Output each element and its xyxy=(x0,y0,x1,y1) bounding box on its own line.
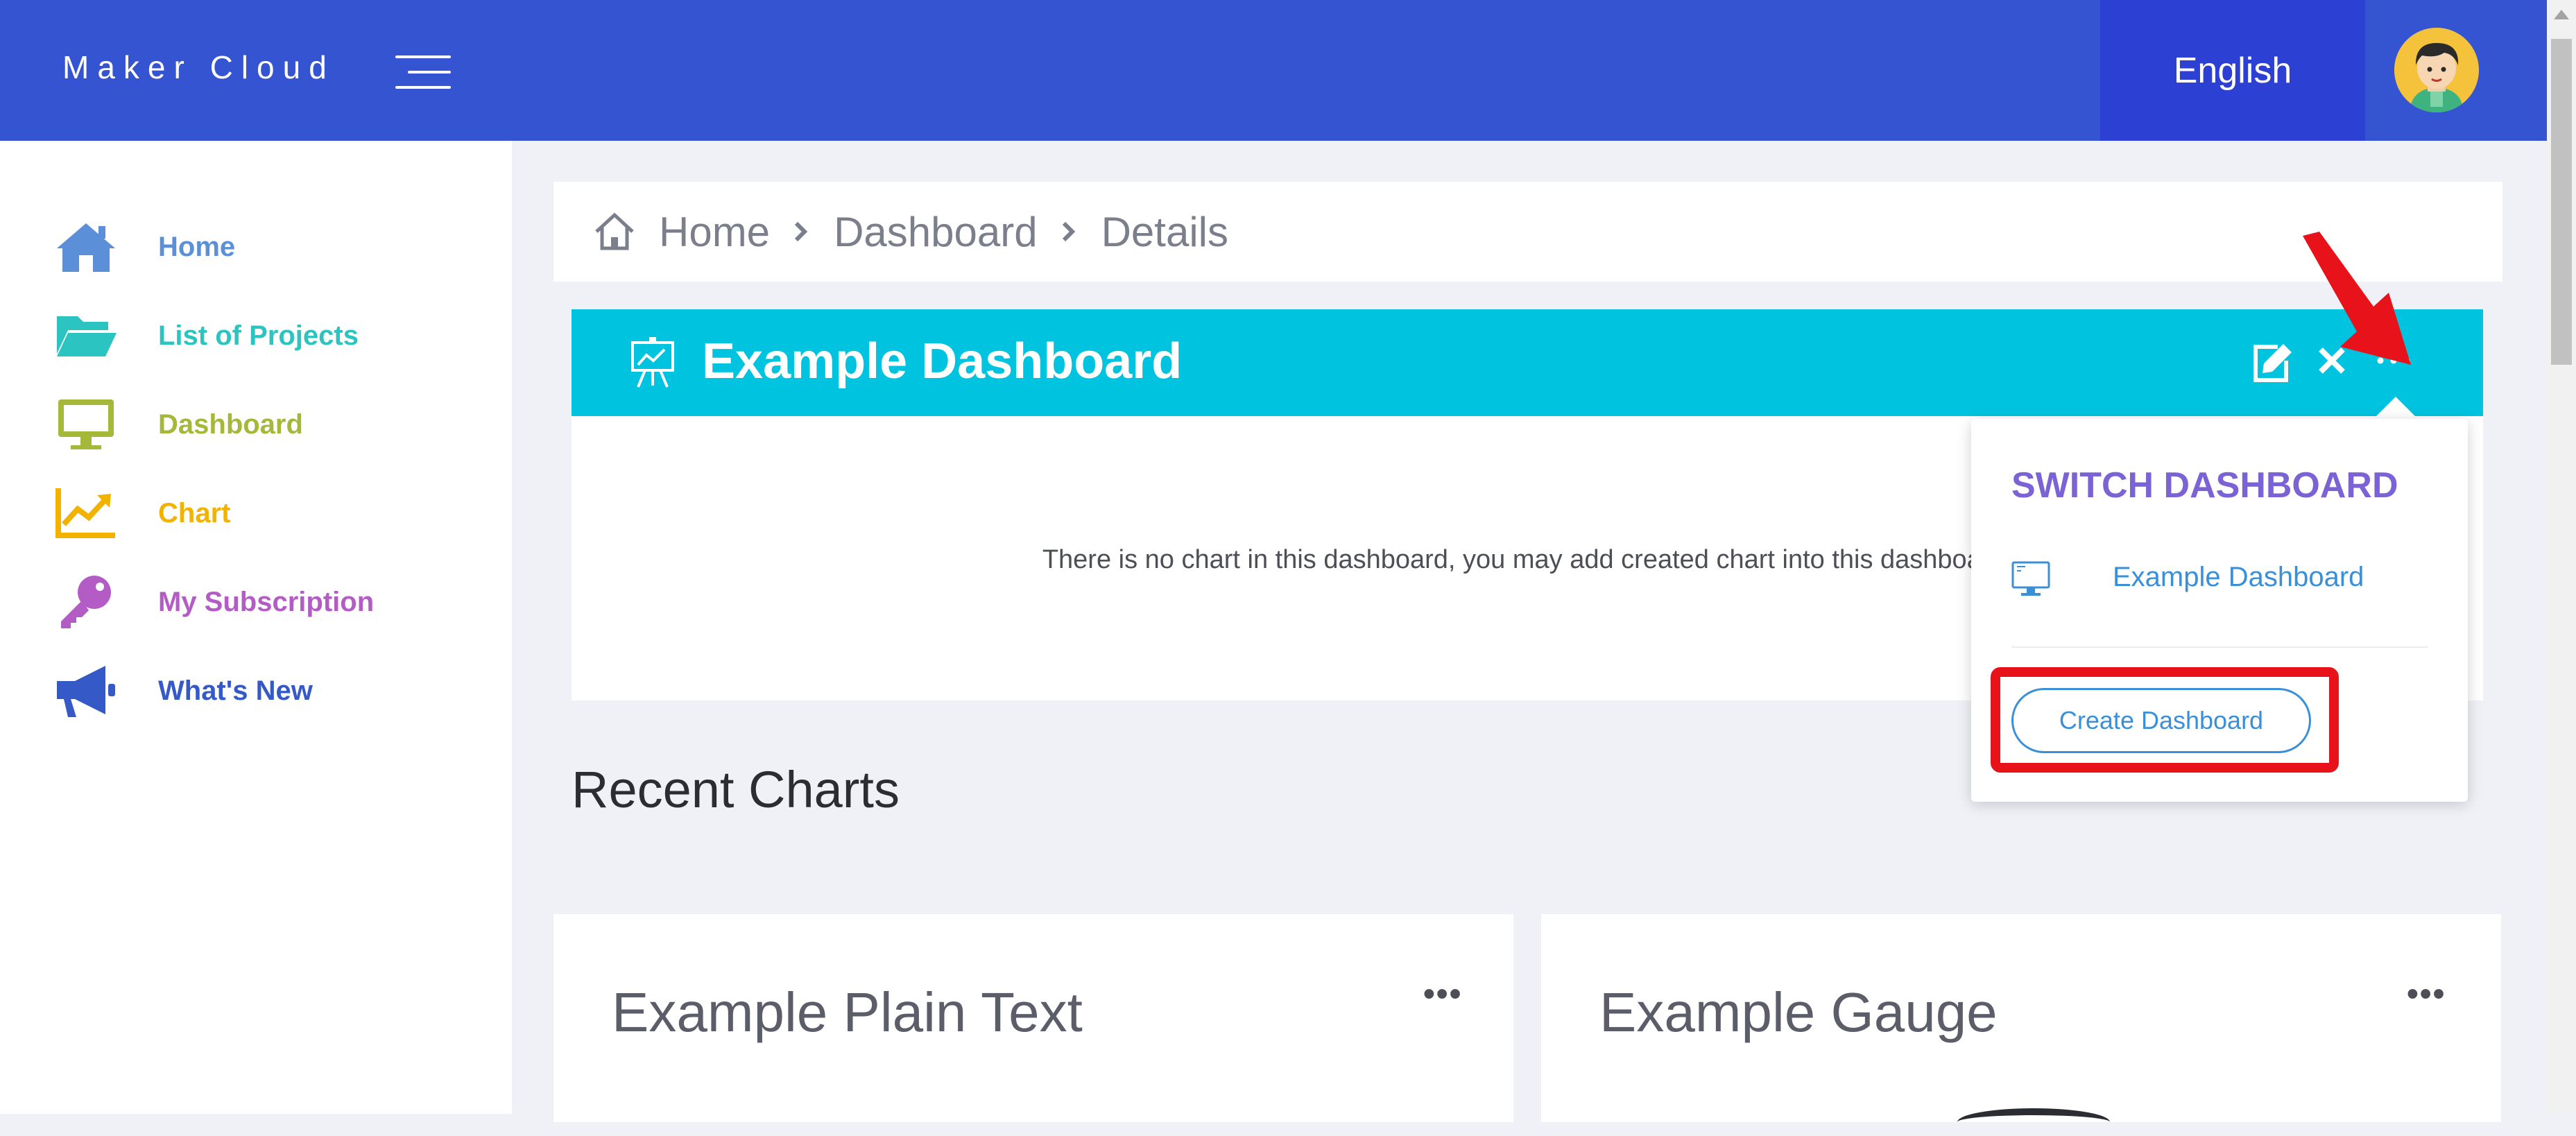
scroll-up-arrow-icon[interactable] xyxy=(2554,10,2569,19)
scrollbar-thumb[interactable] xyxy=(2551,39,2572,365)
dropdown-caret xyxy=(2372,397,2419,420)
language-selector[interactable]: English xyxy=(2100,0,2365,141)
sidebar-item-label: Dashboard xyxy=(158,408,303,440)
sidebar-item-dashboard[interactable]: Dashboard xyxy=(0,390,512,459)
breadcrumb: Home Dashboard Details xyxy=(553,182,2502,282)
sidebar-item-label: Chart xyxy=(158,497,231,528)
card-menu-icon[interactable]: ••• xyxy=(2407,975,2446,1013)
presentation-chart-icon xyxy=(631,337,674,388)
home-outline-icon[interactable] xyxy=(592,211,637,252)
dropdown-heading: SWITCH DASHBOARD xyxy=(2011,465,2398,506)
chevron-right-icon xyxy=(794,221,808,242)
sidebar-item-label: Home xyxy=(158,231,236,262)
chevron-right-icon xyxy=(1062,221,1075,242)
edit-icon[interactable] xyxy=(2250,341,2294,384)
menu-toggle-icon[interactable] xyxy=(395,55,451,89)
breadcrumb-home[interactable]: Home xyxy=(659,208,770,256)
sidebar-item-whats-new[interactable]: What's New xyxy=(0,656,512,725)
sidebar-item-subscription[interactable]: My Subscription xyxy=(0,567,512,637)
card-menu-icon[interactable]: ••• xyxy=(1423,975,1462,1013)
recent-charts-heading: Recent Charts xyxy=(572,761,900,818)
home-icon xyxy=(57,223,115,272)
chart-card[interactable]: Example Gauge ••• xyxy=(1541,914,2501,1122)
sidebar-item-label: List of Projects xyxy=(158,320,359,351)
line-chart-icon xyxy=(55,488,115,538)
dropdown-item-label: Example Dashboard xyxy=(2113,562,2364,592)
monitor-icon xyxy=(58,399,114,449)
sidebar-item-projects[interactable]: List of Projects xyxy=(0,301,512,370)
folder-open-icon xyxy=(57,316,117,356)
highlight-annotation xyxy=(1991,667,2339,773)
user-avatar[interactable] xyxy=(2394,28,2479,112)
dashboard-header: Example Dashboard xyxy=(572,309,2483,416)
sidebar-item-chart[interactable]: Chart xyxy=(0,479,512,548)
sidebar-item-label: What's New xyxy=(158,675,313,706)
chart-card-title: Example Gauge xyxy=(1599,981,1998,1043)
page-scrollbar[interactable] xyxy=(2547,0,2576,1114)
breadcrumb-details: Details xyxy=(1101,208,1228,255)
sidebar-item-home[interactable]: Home xyxy=(0,212,512,282)
sidebar-item-label: My Subscription xyxy=(158,586,375,617)
divider xyxy=(2011,646,2428,648)
monitor-icon xyxy=(2011,561,2050,596)
breadcrumb-dashboard[interactable]: Dashboard xyxy=(834,208,1038,256)
chart-card-title: Example Plain Text xyxy=(612,981,1083,1043)
megaphone-icon xyxy=(57,666,115,717)
dashboard-title: Example Dashboard xyxy=(702,334,1183,389)
chart-card[interactable]: Example Plain Text ••• xyxy=(553,914,1513,1122)
key-icon xyxy=(61,576,111,628)
gauge-preview xyxy=(1957,1108,2110,1136)
dropdown-item-dashboard[interactable]: Example Dashboard xyxy=(2011,555,2364,603)
top-navbar: Maker Cloud English xyxy=(0,0,2547,141)
sidebar: Home List of Projects Dashboard Chart My… xyxy=(0,141,512,1114)
brand-logo[interactable]: Maker Cloud xyxy=(62,49,335,86)
red-arrow-annotation xyxy=(2303,232,2411,365)
